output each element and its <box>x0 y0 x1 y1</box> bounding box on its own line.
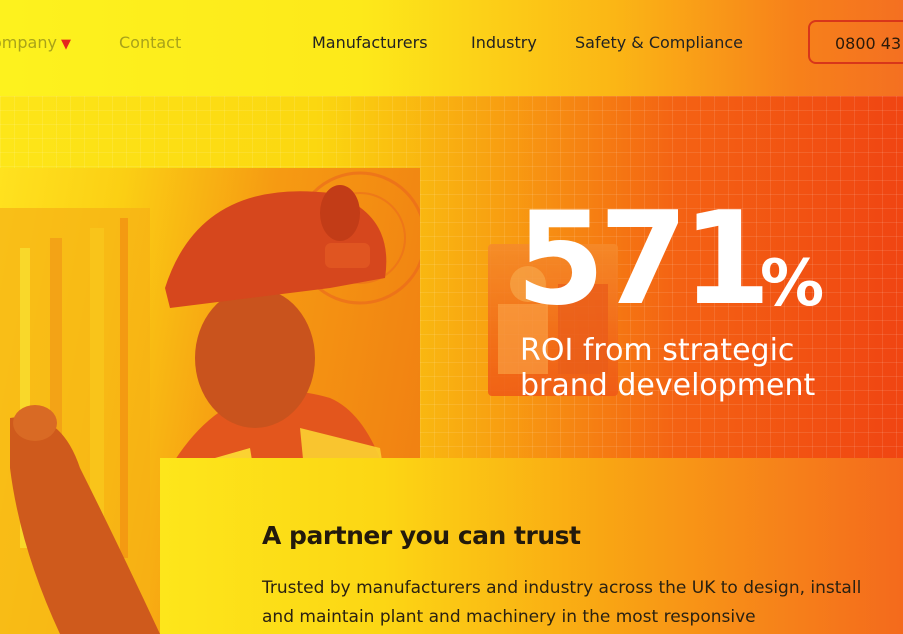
caret-down-icon: ▼ <box>60 37 71 52</box>
nav-industry[interactable]: Industry <box>471 33 537 52</box>
site-header: ompany▼ Contact Manufacturers Industry S… <box>0 0 903 96</box>
section-title: A partner you can trust <box>262 521 581 550</box>
nav-safety-compliance[interactable]: Safety & Compliance <box>575 33 743 52</box>
stat-caption: ROI from strategic brand development <box>520 333 860 403</box>
nav-manufacturers[interactable]: Manufacturers <box>312 33 428 52</box>
nav-contact[interactable]: Contact <box>119 33 181 52</box>
section-body: Trusted by manufacturers and industry ac… <box>262 578 862 627</box>
stat-percent: % <box>760 247 825 321</box>
stat-number: 571 <box>516 185 771 334</box>
nav-company[interactable]: ompany▼ <box>0 33 71 52</box>
stat-caption-line: brand development <box>520 368 816 403</box>
phone-button[interactable]: 0800 43 <box>808 20 903 64</box>
stat-caption-line: ROI from strategic <box>520 333 795 368</box>
